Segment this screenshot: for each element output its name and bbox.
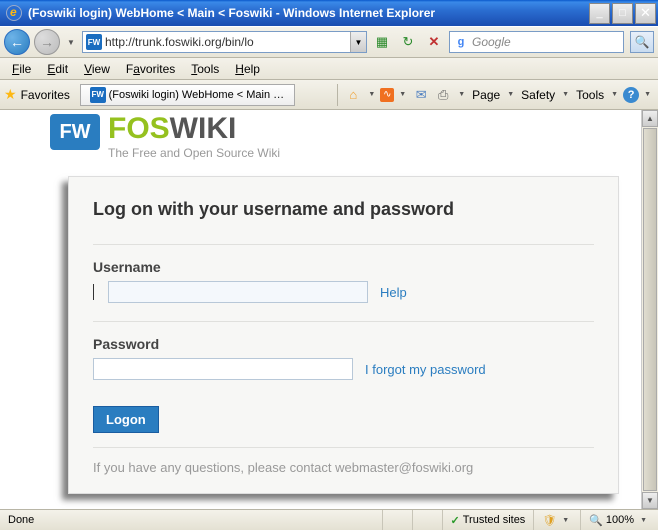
rss-dropdown[interactable]: ▼ (396, 91, 409, 98)
logon-button[interactable]: Logon (93, 406, 159, 433)
scroll-down-button[interactable]: ▼ (642, 492, 658, 509)
status-bar: Done ✓ Trusted sites 🛡 ▼ 🔍 100% ▼ (0, 509, 658, 530)
google-icon: g (453, 34, 469, 50)
menu-help[interactable]: Help (227, 60, 268, 78)
zoom-icon: 🔍 (589, 514, 603, 527)
menu-favorites[interactable]: Favorites (118, 60, 183, 78)
url-text[interactable]: http://trunk.foswiki.org/bin/lo (105, 35, 350, 49)
home-dropdown[interactable]: ▼ (365, 91, 378, 98)
safety-menu[interactable]: Safety (519, 88, 557, 102)
arrow-right-icon: → (40, 34, 54, 50)
username-group: Username Help (93, 244, 594, 321)
status-empty2 (413, 510, 443, 530)
password-group: Password I forgot my password (93, 321, 594, 398)
menu-tools[interactable]: Tools (183, 60, 227, 78)
status-zoom[interactable]: 🔍 100% ▼ (581, 510, 658, 530)
search-box[interactable]: g Google (449, 31, 624, 53)
home-icon[interactable]: ⌂ (343, 85, 363, 105)
login-panel: Log on with your username and password U… (68, 176, 619, 494)
tools-menu[interactable]: Tools (574, 88, 606, 102)
password-input[interactable] (93, 358, 353, 380)
vertical-scrollbar[interactable]: ▲ ▼ (641, 110, 658, 509)
scroll-up-button[interactable]: ▲ (642, 110, 658, 127)
menu-bar: File Edit View Favorites Tools Help (0, 58, 658, 80)
favorites-button[interactable]: Favorites (21, 88, 70, 102)
status-text: Done (0, 510, 383, 530)
password-label: Password (93, 336, 594, 352)
print-dropdown[interactable]: ▼ (455, 91, 468, 98)
maximize-button[interactable]: □ (612, 3, 633, 24)
check-icon: ✓ (451, 514, 460, 527)
compat-view-icon[interactable]: ▦ (371, 31, 393, 53)
logo-text: FOSWIKI (108, 114, 280, 144)
favorites-star-icon[interactable]: ★ (4, 86, 17, 103)
username-label: Username (93, 259, 594, 275)
status-empty1 (383, 510, 413, 530)
zoom-value: 100% (606, 514, 634, 526)
username-input[interactable] (108, 281, 368, 303)
menu-view[interactable]: View (76, 60, 118, 78)
username-help-link[interactable]: Help (380, 285, 407, 300)
refresh-button[interactable]: ↻ (397, 31, 419, 53)
window-titlebar: (Foswiki login) WebHome < Main < Foswiki… (0, 0, 658, 26)
site-logo: FW FOSWIKI The Free and Open Source Wiki (0, 110, 641, 168)
stop-button[interactable]: ✕ (423, 31, 445, 53)
search-button[interactable]: 🔍 (630, 31, 654, 53)
address-dropdown[interactable]: ▼ (350, 32, 366, 52)
tab-favicon: FW (90, 87, 106, 103)
address-bar[interactable]: FW http://trunk.foswiki.org/bin/lo ▼ (82, 31, 367, 53)
minimize-button[interactable]: _ (589, 3, 610, 24)
menu-edit[interactable]: Edit (39, 60, 76, 78)
page-menu[interactable]: Page (470, 88, 502, 102)
site-favicon: FW (86, 34, 102, 50)
navigation-toolbar: ← → ▼ FW http://trunk.foswiki.org/bin/lo… (0, 26, 658, 58)
forgot-password-link[interactable]: I forgot my password (365, 362, 486, 377)
close-button[interactable]: ✕ (635, 3, 656, 24)
tab-title: (Foswiki login) WebHome < Main < ... (109, 89, 288, 101)
login-heading: Log on with your username and password (93, 199, 594, 220)
command-bar: ★ Favorites FW (Foswiki login) WebHome <… (0, 80, 658, 110)
menu-file[interactable]: File (4, 60, 39, 78)
print-icon[interactable]: ⎙ (433, 85, 453, 105)
nav-history-dropdown[interactable]: ▼ (64, 32, 78, 52)
status-protected-mode[interactable]: 🛡 ▼ (534, 510, 581, 530)
help-icon[interactable]: ? (623, 87, 639, 103)
browser-tab[interactable]: FW (Foswiki login) WebHome < Main < ... (80, 84, 295, 106)
scroll-thumb[interactable] (643, 128, 657, 491)
status-zone[interactable]: ✓ Trusted sites (443, 510, 535, 530)
forward-button: → (34, 29, 60, 55)
back-button[interactable]: ← (4, 29, 30, 55)
search-placeholder: Google (472, 35, 623, 49)
logo-badge: FW (50, 114, 100, 150)
mail-icon[interactable]: ✉ (411, 85, 431, 105)
window-title: (Foswiki login) WebHome < Main < Foswiki… (26, 6, 587, 20)
page-content: FW FOSWIKI The Free and Open Source Wiki… (0, 110, 658, 509)
logo-tagline: The Free and Open Source Wiki (108, 146, 280, 160)
ie-icon (6, 5, 22, 21)
shield-icon: 🛡 (542, 514, 556, 527)
arrow-left-icon: ← (10, 34, 24, 50)
login-footer: If you have any questions, please contac… (93, 447, 594, 475)
text-cursor (93, 284, 94, 300)
zone-text: Trusted sites (463, 514, 526, 526)
rss-icon[interactable]: ∿ (380, 88, 394, 102)
